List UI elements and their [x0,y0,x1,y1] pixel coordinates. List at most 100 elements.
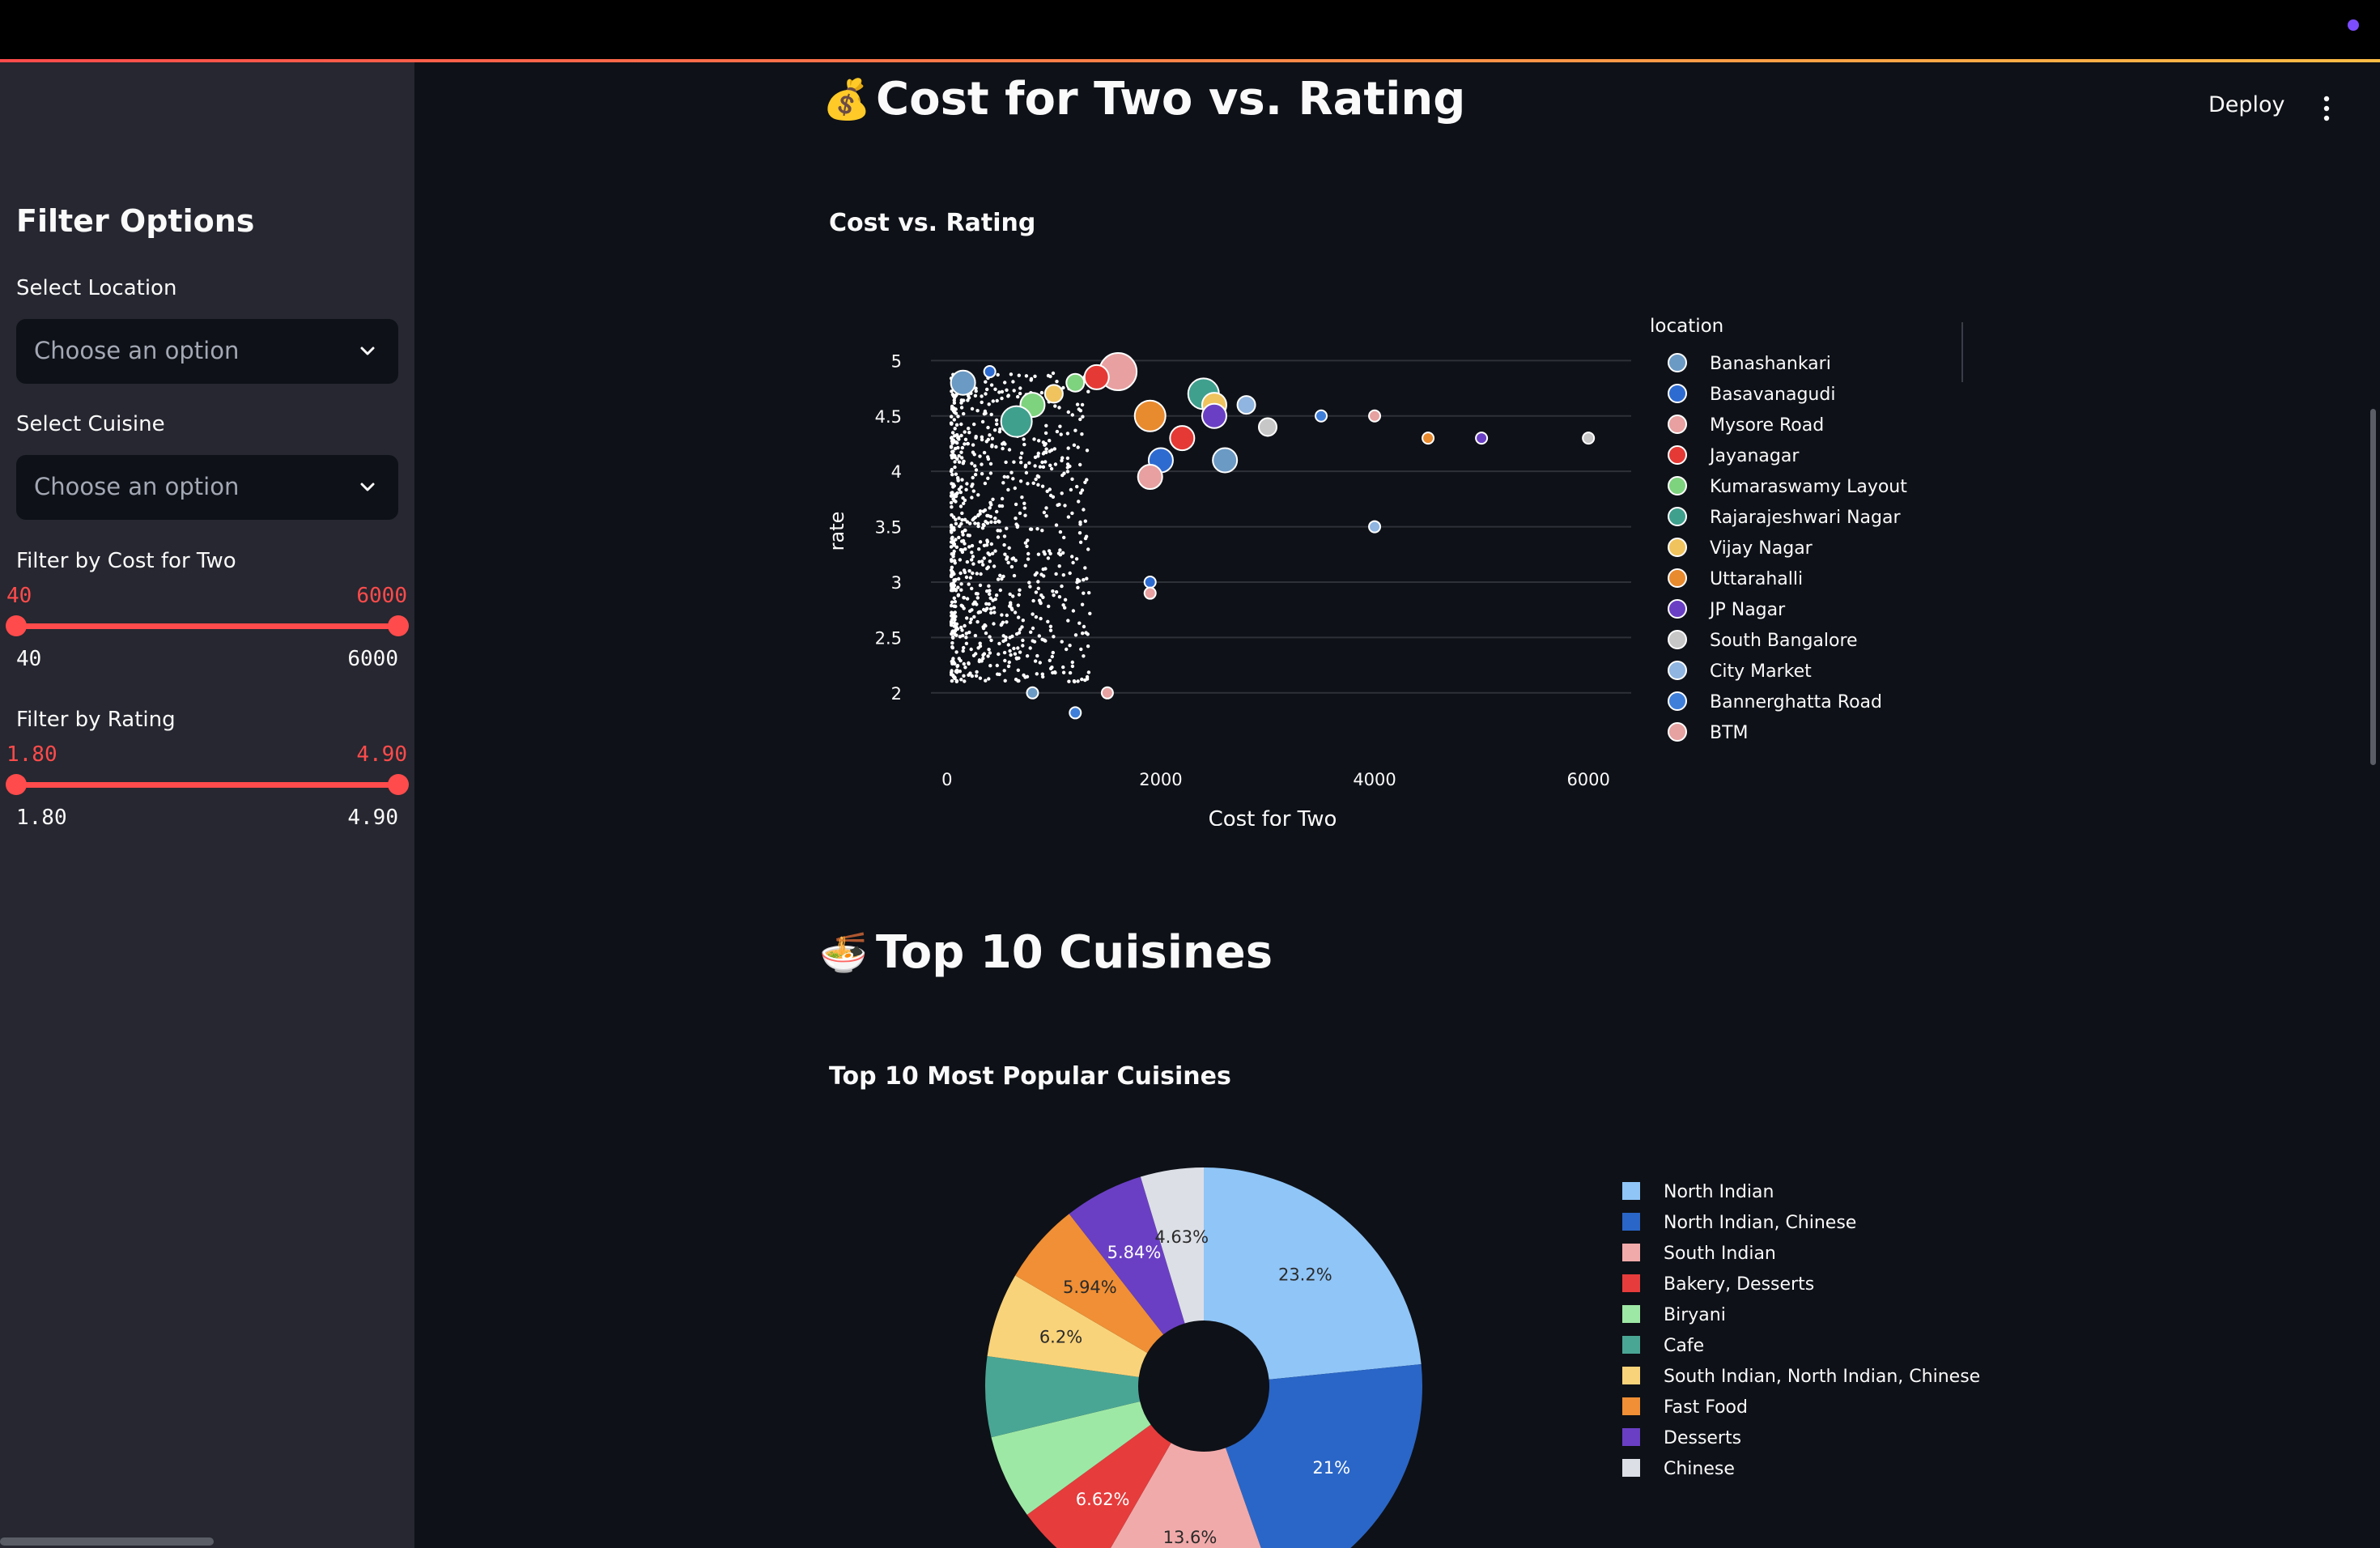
legend-item[interactable]: Banashankari [1710,354,1831,374]
legend-item[interactable]: Vijay Nagar [1710,538,1813,559]
scatter-point [967,661,971,666]
scatter-point [1034,590,1039,594]
legend-swatch[interactable] [1622,1213,1640,1231]
scatter-point [1067,679,1071,683]
legend-item[interactable]: Jayanagar [1708,446,1800,466]
legend-item[interactable]: Rajarajeshwari Nagar [1710,508,1901,528]
scatter-point [971,571,975,576]
legend-item[interactable]: Kumaraswamy Layout [1710,477,1907,497]
legend-item[interactable]: Cafe [1664,1336,1704,1356]
scatter-point [1082,591,1086,595]
legend-swatch[interactable] [1622,1305,1640,1323]
scatter-point [973,600,977,604]
legend-marker[interactable] [1668,661,1687,680]
cuisine-select[interactable]: Choose an option [16,455,398,520]
legend-swatch[interactable] [1622,1244,1640,1261]
legend-swatch[interactable] [1622,1274,1640,1292]
scatter-point [953,618,957,622]
scatter-point [1006,664,1011,669]
legend-item[interactable]: South Bangalore [1710,631,1858,651]
scatter-point [988,552,992,557]
legend-item[interactable]: Chinese [1664,1459,1735,1479]
location-select[interactable]: Choose an option [16,319,398,384]
scatter-point [992,622,996,626]
scatter-point [953,465,957,470]
legend-item[interactable]: Bakery, Desserts [1664,1274,1814,1295]
legend-marker[interactable] [1668,568,1687,588]
scatter-point [991,399,995,403]
rating-slider-min-thumb[interactable] [6,774,27,795]
legend-item[interactable]: South Indian [1664,1244,1776,1264]
legend-marker[interactable] [1668,445,1687,465]
legend-item[interactable]: Desserts [1664,1428,1741,1448]
sidebar-scrollbar[interactable] [0,1537,214,1546]
scatter-point [1018,511,1022,516]
legend-item[interactable]: North Indian [1664,1182,1774,1202]
legend-marker[interactable] [1668,538,1687,557]
legend-marker[interactable] [1668,415,1687,434]
scatter-point [1013,610,1018,615]
legend-item[interactable]: BTM [1710,723,1749,743]
more-vert-icon[interactable] [2318,94,2335,123]
legend-item[interactable]: Mysore Road [1710,415,1824,436]
legend-item[interactable]: Uttarahalli [1710,569,1803,589]
scatter-point [964,487,968,491]
legend-marker[interactable] [1668,507,1687,526]
scatter-point [1025,544,1029,548]
scatter-point [949,545,954,549]
rating-slider-track[interactable] [16,782,398,788]
scatter-point [950,678,954,683]
scatter-point [1027,580,1031,585]
legend-marker[interactable] [1668,722,1687,742]
cost-slider-track[interactable] [16,623,398,629]
legend-marker[interactable] [1668,384,1687,403]
legend-swatch[interactable] [1622,1397,1640,1415]
scatter-point [1080,602,1085,606]
legend-item[interactable]: City Market [1710,661,1812,682]
scatter-point [988,635,992,639]
scatter-point [951,555,955,559]
scatter-point [1137,464,1163,491]
scatter-point [1029,378,1033,382]
scatter-point [1002,542,1006,547]
scatter-point [1008,636,1012,640]
scatter-point [1068,571,1072,576]
legend-swatch[interactable] [1622,1182,1640,1200]
legend-marker[interactable] [1668,630,1687,649]
cost-slider-min-thumb[interactable] [6,615,27,636]
scatter-point [1025,654,1030,658]
scatter-point [1201,402,1227,429]
scatter-point [960,628,964,632]
scatter-point [1000,613,1004,617]
cost-slider-max-thumb[interactable] [388,615,409,636]
scatter-point [1021,644,1025,648]
legend-item[interactable]: Bannerghatta Road [1710,692,1882,712]
scatter-point [1016,668,1020,672]
scatter-point [1169,425,1196,452]
scatter-point [1036,580,1040,584]
legend-marker[interactable] [1668,476,1687,495]
scatter-point [1078,522,1082,526]
legend-item[interactable]: Fast Food [1664,1397,1748,1418]
legend-swatch[interactable] [1622,1428,1640,1446]
scatter-point [978,454,982,458]
legend-item[interactable]: Biryani [1664,1305,1726,1325]
legend-item[interactable]: JP Nagar [1708,600,1786,620]
legend-item[interactable]: Basavanagudi [1710,385,1835,405]
legend-swatch[interactable] [1622,1336,1640,1354]
main-scrollbar[interactable] [2370,409,2376,765]
legend-item[interactable]: North Indian, Chinese [1664,1213,1856,1233]
scatter-point [1017,373,1021,377]
legend-marker[interactable] [1668,599,1687,619]
scatter-point [1036,552,1041,556]
legend-marker[interactable] [1668,353,1687,372]
legend-swatch[interactable] [1622,1367,1640,1384]
scatter-point [1066,515,1071,519]
legend-item[interactable]: South Indian, North Indian, Chinese [1664,1367,1980,1387]
legend-swatch[interactable] [1622,1459,1640,1477]
pie-slice-label: 5.94% [1063,1278,1117,1297]
rating-slider-max-thumb[interactable] [388,774,409,795]
legend-marker[interactable] [1668,691,1687,711]
deploy-button[interactable]: Deploy [2208,92,2285,117]
scatter-point [965,482,969,486]
